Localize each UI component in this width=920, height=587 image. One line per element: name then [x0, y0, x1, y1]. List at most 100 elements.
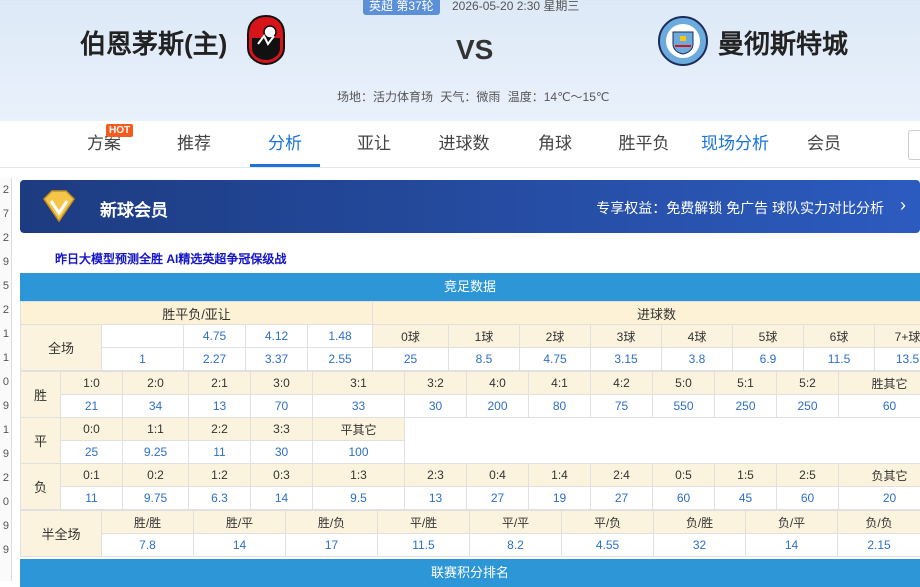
tab-recommend[interactable]: 推荐: [174, 121, 214, 167]
score-odds[interactable]: 70: [251, 395, 313, 418]
halffull-odds[interactable]: 14: [746, 534, 838, 557]
score-label: 3:0: [251, 372, 313, 395]
score-odds[interactable]: 14: [251, 487, 313, 510]
tab-corners[interactable]: 角球: [535, 121, 575, 167]
left-strip-item: 9: [0, 394, 11, 418]
left-strip-item: 9: [0, 250, 11, 274]
halffull-odds[interactable]: 4.55: [562, 534, 654, 557]
halffull-odds[interactable]: 7.8: [102, 534, 194, 557]
score-odds[interactable]: 45: [715, 487, 777, 510]
promo-link[interactable]: 昨日大模型预测全胜 AI精选英超争冠保级战: [55, 250, 286, 267]
score-odds[interactable]: 75: [591, 395, 653, 418]
score-odds[interactable]: 13: [405, 487, 467, 510]
search-box-edge[interactable]: [908, 130, 920, 160]
score-label: 1:3: [313, 464, 405, 487]
score-odds[interactable]: 30: [251, 441, 313, 464]
score-odds[interactable]: 20: [839, 487, 920, 510]
vip-diamond-icon: [40, 189, 78, 223]
wdl-header: 胜平负/亚让: [21, 302, 373, 325]
home-team-name[interactable]: 伯恩茅斯(主): [80, 24, 227, 61]
tab-wdl[interactable]: 胜平负: [614, 121, 674, 167]
odds-cell[interactable]: 2.55: [308, 348, 373, 371]
score-label: 2:2: [189, 418, 251, 441]
league-badge[interactable]: 英超 第37轮: [363, 0, 440, 15]
halffull-odds[interactable]: 8.2: [470, 534, 562, 557]
score-label: 胜其它: [839, 372, 920, 395]
empty-cell: [405, 418, 920, 441]
odds-cell[interactable]: 3.37: [246, 348, 308, 371]
score-label: 0:0: [61, 418, 123, 441]
score-odds[interactable]: 19: [529, 487, 591, 510]
left-strip-item: 0: [0, 370, 11, 394]
tab-analysis[interactable]: 分析: [250, 121, 320, 167]
goal-label: 7+球: [875, 325, 920, 348]
score-odds[interactable]: 11: [189, 441, 251, 464]
draw-label: 平: [21, 418, 61, 464]
score-odds[interactable]: 13: [189, 395, 251, 418]
score-odds[interactable]: 550: [653, 395, 715, 418]
goal-odds[interactable]: 13.5: [875, 348, 920, 371]
score-odds[interactable]: 60: [839, 395, 920, 418]
away-team-name[interactable]: 曼彻斯特城: [718, 24, 848, 61]
empty-cell: [405, 441, 920, 464]
score-odds[interactable]: 9.25: [123, 441, 189, 464]
score-odds[interactable]: 34: [123, 395, 189, 418]
score-odds[interactable]: 6.3: [189, 487, 251, 510]
goal-odds[interactable]: 3.15: [591, 348, 662, 371]
left-strip-item: 5: [0, 274, 11, 298]
halffull-odds[interactable]: 32: [654, 534, 746, 557]
score-odds[interactable]: 60: [777, 487, 839, 510]
score-label: 0:2: [123, 464, 189, 487]
odds-cell[interactable]: [102, 325, 184, 348]
score-odds[interactable]: 250: [715, 395, 777, 418]
away-team-logo-icon[interactable]: [658, 16, 708, 66]
goal-odds[interactable]: 11.5: [804, 348, 875, 371]
score-odds[interactable]: 30: [405, 395, 467, 418]
hot-badge: HOT: [106, 124, 133, 137]
tab-live-analysis[interactable]: 现场分析: [698, 121, 772, 167]
score-odds[interactable]: 100: [313, 441, 405, 464]
score-odds[interactable]: 80: [529, 395, 591, 418]
goal-odds[interactable]: 8.5: [449, 348, 520, 371]
odds-cell[interactable]: 2.27: [184, 348, 246, 371]
score-odds[interactable]: 9.5: [313, 487, 405, 510]
goal-odds[interactable]: 3.8: [662, 348, 733, 371]
score-odds[interactable]: 27: [591, 487, 653, 510]
goal-odds[interactable]: 6.9: [733, 348, 804, 371]
goal-odds[interactable]: 25: [373, 348, 449, 371]
handicap-cell[interactable]: 1: [102, 348, 184, 371]
score-odds[interactable]: 11: [61, 487, 123, 510]
score-odds[interactable]: 60: [653, 487, 715, 510]
halffull-odds[interactable]: 11.5: [378, 534, 470, 557]
score-odds[interactable]: 200: [467, 395, 529, 418]
tab-asian-handicap[interactable]: 亚让: [354, 121, 394, 167]
odds-cell[interactable]: 4.12: [246, 325, 308, 348]
halffull-odds[interactable]: 14: [194, 534, 286, 557]
score-odds[interactable]: 21: [61, 395, 123, 418]
tab-membership[interactable]: 会员: [804, 121, 844, 167]
score-label: 2:5: [777, 464, 839, 487]
score-odds[interactable]: 250: [777, 395, 839, 418]
venue-weather-line: 场地：活力体育场 天气：微雨 温度：14℃～15℃: [337, 88, 613, 105]
score-odds[interactable]: 25: [61, 441, 123, 464]
score-label: 2:3: [405, 464, 467, 487]
halffull-name: 负/胜: [654, 511, 746, 534]
halffull-name: 胜/负: [286, 511, 378, 534]
odds-cell[interactable]: 1.48: [308, 325, 373, 348]
member-banner[interactable]: 新球会员 专享权益：免费解锁 免广告 球队实力对比分析 ›: [20, 180, 920, 233]
goal-label: 6球: [804, 325, 875, 348]
left-strip-item: 9: [0, 514, 11, 538]
home-team-logo-icon[interactable]: [246, 14, 286, 66]
full-time-label: 全场: [21, 325, 102, 371]
halffull-odds[interactable]: 17: [286, 534, 378, 557]
score-label: 1:1: [123, 418, 189, 441]
halffull-odds[interactable]: 2.15: [838, 534, 920, 557]
odds-cell[interactable]: 4.75: [184, 325, 246, 348]
score-odds[interactable]: 33: [313, 395, 405, 418]
score-odds[interactable]: 9.75: [123, 487, 189, 510]
score-label: 4:2: [591, 372, 653, 395]
score-odds[interactable]: 27: [467, 487, 529, 510]
goal-odds[interactable]: 4.75: [520, 348, 591, 371]
score-label: 0:4: [467, 464, 529, 487]
tab-goals[interactable]: 进球数: [434, 121, 494, 167]
